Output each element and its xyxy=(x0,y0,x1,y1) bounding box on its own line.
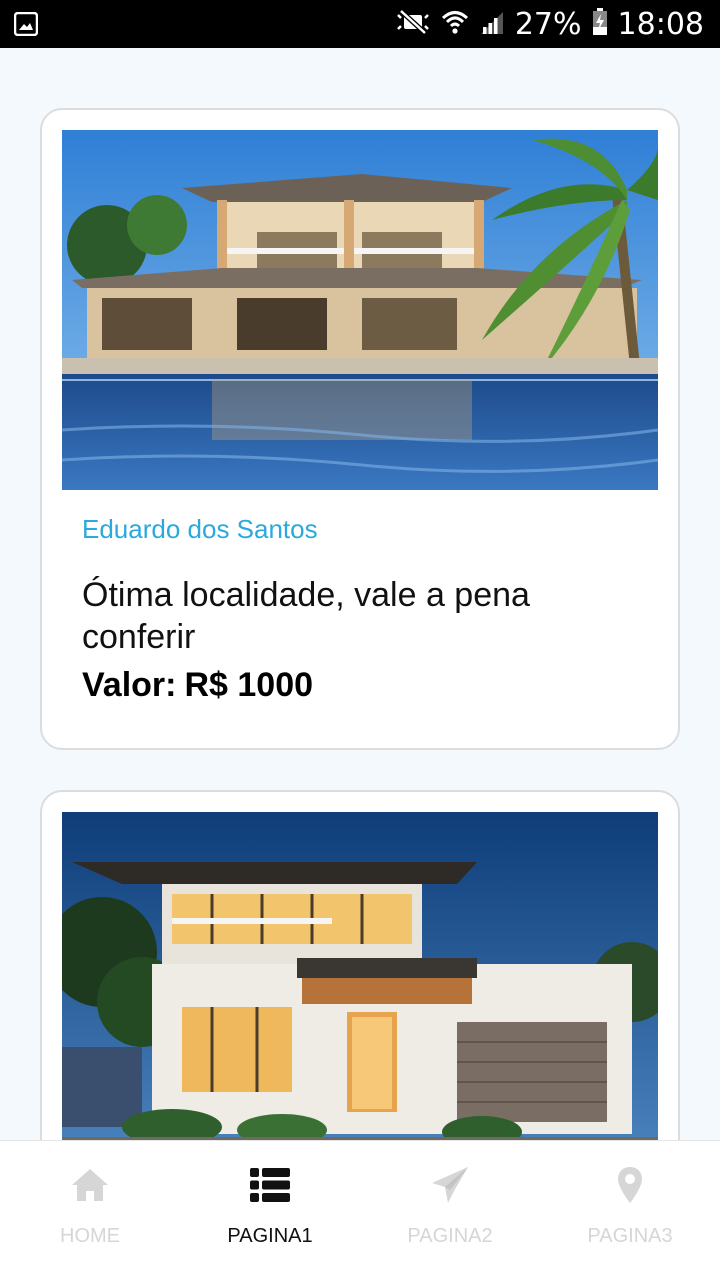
image-icon xyxy=(13,11,39,41)
house-with-pool-photo xyxy=(62,130,658,490)
status-bar: 27% 18:08 xyxy=(0,0,720,48)
list-icon xyxy=(248,1163,292,1207)
listing-card[interactable]: Eduardo dos Santos Ótima localidade, val… xyxy=(40,108,680,750)
price-label: Valor: xyxy=(82,666,177,704)
listing-description: Ótima localidade, vale a pena conferir xyxy=(82,576,530,656)
battery-percent: 27% xyxy=(514,6,582,42)
tab-pagina2[interactable]: PAGINA2 xyxy=(360,1141,540,1280)
price-value: R$ 1000 xyxy=(184,666,314,704)
bottom-tab-bar: HOME PAGINA1 PAGINA2 PAGINA3 xyxy=(0,1140,720,1280)
listing-author: Eduardo dos Santos xyxy=(82,514,318,544)
listing-feed[interactable]: Eduardo dos Santos Ótima localidade, val… xyxy=(0,48,720,1140)
paper-plane-icon xyxy=(428,1163,472,1207)
listing-price: Valor: R$ 1000 xyxy=(82,666,313,705)
wifi-icon xyxy=(441,9,469,40)
tab-pagina3[interactable]: PAGINA3 xyxy=(540,1141,720,1280)
signal-icon xyxy=(479,9,505,40)
tab-pagina1[interactable]: PAGINA1 xyxy=(180,1141,360,1280)
tab-label: PAGINA2 xyxy=(407,1225,493,1247)
clock: 18:08 xyxy=(617,6,704,42)
tab-label: HOME xyxy=(60,1225,120,1247)
listing-card[interactable] xyxy=(40,790,680,1140)
tab-label: PAGINA3 xyxy=(587,1225,673,1247)
tab-home[interactable]: HOME xyxy=(0,1141,180,1280)
battery-icon xyxy=(592,7,608,41)
tab-label: PAGINA1 xyxy=(227,1225,313,1247)
home-icon xyxy=(68,1163,112,1207)
mute-icon xyxy=(395,8,431,40)
modern-house-photo xyxy=(62,812,658,1140)
map-pin-icon xyxy=(608,1163,652,1207)
